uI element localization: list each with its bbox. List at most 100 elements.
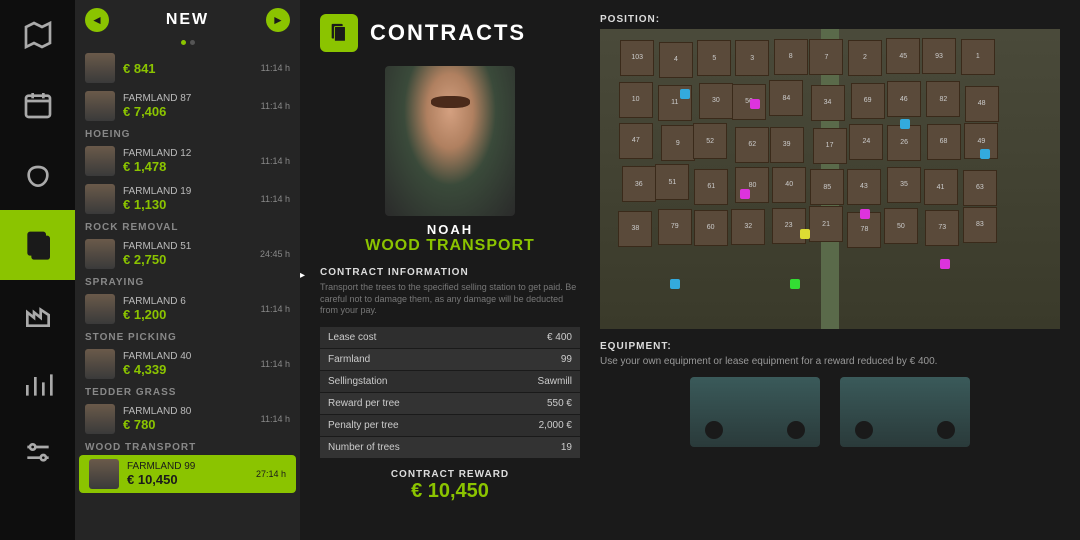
map-plot[interactable]: 5 bbox=[697, 40, 731, 76]
contract-row[interactable]: FARMLAND 12€ 1,47811:14 h bbox=[75, 142, 300, 180]
info-row: Penalty per tree2,000 € bbox=[320, 415, 580, 437]
map-plot[interactable]: 4 bbox=[659, 42, 693, 78]
map-plot[interactable]: 21 bbox=[809, 206, 843, 242]
map-marker[interactable] bbox=[940, 259, 950, 269]
map-plot[interactable]: 34 bbox=[811, 85, 845, 121]
map-plot[interactable]: 45 bbox=[886, 38, 920, 74]
map-plot[interactable]: 47 bbox=[619, 123, 653, 159]
map-plot[interactable]: 52 bbox=[693, 123, 727, 159]
map-plot[interactable]: 35 bbox=[887, 167, 921, 203]
map-plot[interactable]: 56 bbox=[732, 84, 766, 120]
map-plot[interactable]: 26 bbox=[887, 125, 921, 161]
nav-production[interactable] bbox=[0, 280, 75, 350]
category-header: SPRAYING bbox=[75, 273, 300, 290]
map-plot[interactable]: 10 bbox=[619, 82, 653, 118]
map-plot[interactable]: 69 bbox=[851, 83, 885, 119]
nav-stats[interactable] bbox=[0, 350, 75, 420]
info-key: Reward per tree bbox=[328, 398, 400, 409]
minimap[interactable]: 1034538724593110113056843469468248479526… bbox=[600, 29, 1060, 329]
map-plot[interactable]: 103 bbox=[620, 40, 654, 76]
map-plot[interactable]: 41 bbox=[924, 169, 958, 205]
map-plot[interactable]: 73 bbox=[925, 210, 959, 246]
contract-row[interactable]: FARMLAND 87€ 7,40611:14 h bbox=[75, 87, 300, 125]
map-marker[interactable] bbox=[800, 229, 810, 239]
map-plot[interactable]: 79 bbox=[658, 209, 692, 245]
contract-type: WOOD TRANSPORT bbox=[320, 237, 580, 255]
map-plot[interactable]: 93 bbox=[922, 38, 956, 74]
map-plot[interactable]: 40 bbox=[772, 167, 806, 203]
row-time: 11:14 h bbox=[261, 194, 290, 204]
equipment-forwarder[interactable] bbox=[690, 377, 820, 447]
map-plot[interactable]: 9 bbox=[661, 125, 695, 161]
map-plot[interactable]: 24 bbox=[849, 124, 883, 160]
prev-category-button[interactable]: ◄ bbox=[85, 8, 109, 32]
map-plot[interactable]: 85 bbox=[810, 169, 844, 205]
map-plot[interactable]: 1 bbox=[961, 39, 995, 75]
row-price: € 10,450 bbox=[127, 472, 248, 487]
map-plot[interactable]: 46 bbox=[887, 81, 921, 117]
map-marker[interactable] bbox=[740, 189, 750, 199]
map-plot[interactable]: 8 bbox=[774, 39, 808, 75]
map-plot[interactable]: 38 bbox=[618, 211, 652, 247]
map-plot[interactable]: 83 bbox=[963, 207, 997, 243]
map-marker[interactable] bbox=[750, 99, 760, 109]
row-farmland: FARMLAND 99 bbox=[127, 461, 248, 472]
contract-row[interactable]: FARMLAND 40€ 4,33911:14 h bbox=[75, 345, 300, 383]
map-plot[interactable]: 62 bbox=[735, 127, 769, 163]
nav-settings[interactable] bbox=[0, 420, 75, 490]
map-plot[interactable]: 68 bbox=[927, 124, 961, 160]
main-content: CONTRACTS NOAH WOOD TRANSPORT CONTRACT I… bbox=[300, 0, 1080, 540]
info-key: Farmland bbox=[328, 354, 370, 365]
map-plot[interactable]: 39 bbox=[770, 127, 804, 163]
contract-row[interactable]: FARMLAND 99€ 10,45027:14 h bbox=[79, 455, 296, 493]
nav-calendar[interactable] bbox=[0, 70, 75, 140]
map-plot[interactable]: 60 bbox=[694, 210, 728, 246]
map-plot[interactable]: 32 bbox=[731, 209, 765, 245]
map-marker[interactable] bbox=[900, 119, 910, 129]
contracts-icon bbox=[320, 14, 358, 52]
row-time: 11:14 h bbox=[261, 304, 290, 314]
row-price: € 1,478 bbox=[123, 159, 253, 174]
npc-avatar bbox=[85, 349, 115, 379]
equipment-trailer[interactable] bbox=[840, 377, 970, 447]
map-marker[interactable] bbox=[980, 149, 990, 159]
info-key: Penalty per tree bbox=[328, 420, 399, 431]
map-plot[interactable]: 84 bbox=[769, 80, 803, 116]
contract-row[interactable]: FARMLAND 80€ 78011:14 h bbox=[75, 400, 300, 438]
map-plot[interactable]: 48 bbox=[965, 86, 999, 122]
map-plot[interactable]: 36 bbox=[622, 166, 656, 202]
row-farmland: FARMLAND 40 bbox=[123, 351, 253, 362]
contract-row[interactable]: FARMLAND 51€ 2,75024:45 h bbox=[75, 235, 300, 273]
category-header: HOEING bbox=[75, 125, 300, 142]
map-plot[interactable]: 43 bbox=[847, 169, 881, 205]
contract-row[interactable]: € 84111:14 h bbox=[75, 49, 300, 87]
map-plot[interactable]: 17 bbox=[813, 128, 847, 164]
map-marker[interactable] bbox=[790, 279, 800, 289]
next-category-button[interactable]: ► bbox=[266, 8, 290, 32]
category-header: STONE PICKING bbox=[75, 328, 300, 345]
map-plot[interactable]: 50 bbox=[884, 208, 918, 244]
expand-handle[interactable]: ▸ bbox=[300, 270, 305, 281]
map-marker[interactable] bbox=[860, 209, 870, 219]
nav-animals[interactable] bbox=[0, 140, 75, 210]
map-plot[interactable]: 30 bbox=[699, 83, 733, 119]
nav-rail bbox=[0, 0, 75, 540]
map-plot[interactable]: 63 bbox=[963, 170, 997, 206]
map-plot[interactable]: 61 bbox=[694, 169, 728, 205]
nav-map[interactable] bbox=[0, 0, 75, 70]
map-marker[interactable] bbox=[680, 89, 690, 99]
contract-row[interactable]: FARMLAND 19€ 1,13011:14 h bbox=[75, 180, 300, 218]
map-plot[interactable]: 51 bbox=[655, 164, 689, 200]
map-marker[interactable] bbox=[670, 279, 680, 289]
map-plot[interactable]: 2 bbox=[848, 40, 882, 76]
contract-list[interactable]: € 84111:14 hFARMLAND 87€ 7,40611:14 hHOE… bbox=[75, 49, 300, 540]
row-farmland: FARMLAND 87 bbox=[123, 93, 253, 104]
row-price: € 841 bbox=[123, 61, 253, 76]
npc-avatar bbox=[85, 184, 115, 214]
contract-row[interactable]: FARMLAND 6€ 1,20011:14 h bbox=[75, 290, 300, 328]
nav-contracts[interactable] bbox=[0, 210, 75, 280]
map-plot[interactable]: 7 bbox=[809, 39, 843, 75]
row-time: 11:14 h bbox=[261, 156, 290, 166]
map-plot[interactable]: 3 bbox=[735, 40, 769, 76]
map-plot[interactable]: 82 bbox=[926, 81, 960, 117]
